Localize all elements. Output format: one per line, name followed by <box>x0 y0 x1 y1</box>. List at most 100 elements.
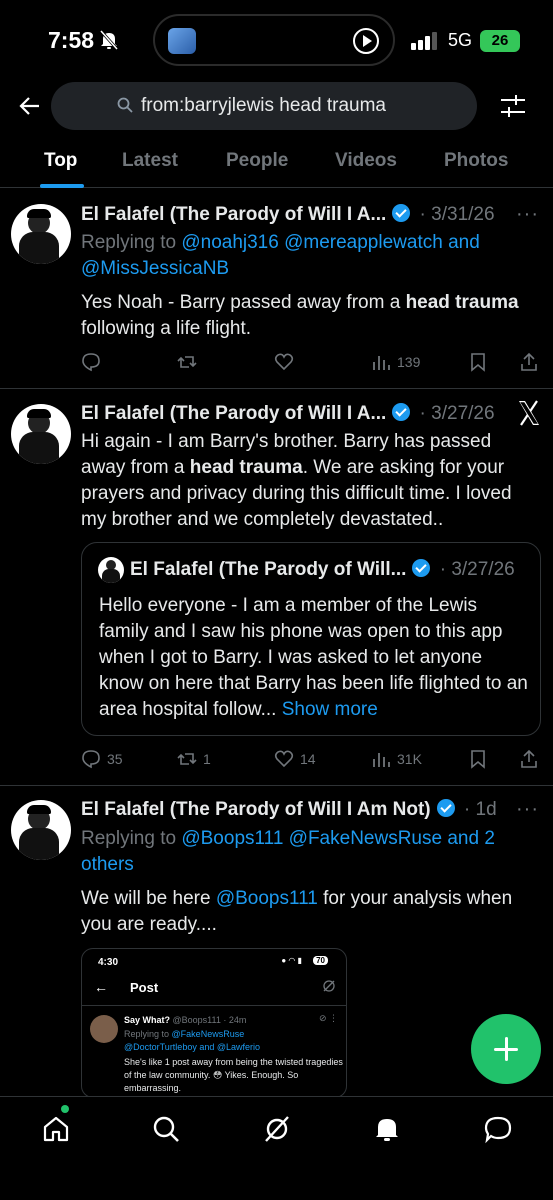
views-button[interactable]: 139 <box>371 351 420 373</box>
embed-divider <box>82 1005 346 1006</box>
compose-button[interactable] <box>471 1014 541 1084</box>
tweet-actions: 139 <box>81 351 541 375</box>
tweet-date: 3/31/26 <box>431 204 495 225</box>
replying-to: Replying to @noahj316 @mereapplewatch an… <box>81 232 480 279</box>
like-button[interactable]: 14 <box>274 748 316 770</box>
views-icon <box>373 753 390 767</box>
attached-screenshot[interactable]: 4:30 ● ◠ ▮ 70 ← Post Say What? @Boops111… <box>81 948 347 1098</box>
quoted-tweet[interactable]: El Falafel (The Parody of Will... · 3/27… <box>81 542 541 736</box>
reply-icon <box>82 353 100 372</box>
tweet-2[interactable]: El Falafel (The Parody of Will I A... · … <box>0 390 553 786</box>
reply-handles[interactable]: @Boops111 @FakeNewsRuse and 2 <box>181 828 495 849</box>
network-type: 5G <box>448 30 473 50</box>
tweet-1[interactable]: El Falafel (The Parody of Will I A... · … <box>0 189 553 389</box>
back-arrow-icon[interactable] <box>18 94 42 118</box>
tab-top[interactable]: Top <box>44 150 77 172</box>
tab-people[interactable]: People <box>226 150 288 172</box>
avatar[interactable] <box>11 404 71 464</box>
embed-avatar <box>90 1015 118 1043</box>
heart-icon <box>274 353 294 371</box>
tweet-text: Yes Noah - Barry passed away from a head… <box>81 292 519 339</box>
tweet-header: El Falafel (The Parody of Will I A... · … <box>81 403 495 424</box>
verified-badge-icon <box>392 204 411 222</box>
embed-text: She's like 1 post away from being the tw… <box>124 1057 343 1093</box>
like-count: 14 <box>300 751 316 767</box>
embed-replying: Replying to @FakeNewsRuse @DoctorTurtleb… <box>124 1029 260 1052</box>
avatar[interactable] <box>11 204 71 264</box>
avatar[interactable] <box>11 800 71 860</box>
quoted-avatar <box>98 557 124 583</box>
tweet-text: Hi again - I am Barry's brother. Barry h… <box>81 431 512 530</box>
show-more-link[interactable]: Show more <box>282 699 378 720</box>
views-button[interactable]: 31K <box>371 748 422 770</box>
bookmark-button[interactable] <box>468 748 494 770</box>
tweet-actions: 35 1 14 31K <box>81 748 541 772</box>
reply-button[interactable]: 35 <box>81 748 123 770</box>
quoted-date: 3/27/26 <box>451 559 515 580</box>
replying-to: Replying to @Boops111 @FakeNewsRuse and … <box>81 828 495 875</box>
embed-signal-icon: ● ◠ ▮ <box>281 956 302 965</box>
quoted-text: Hello everyone - I am a member of the Le… <box>99 595 528 720</box>
embed-battery: 70 <box>313 956 328 965</box>
author-name[interactable]: El Falafel (The Parody of Will I Am Not) <box>81 799 431 820</box>
tab-latest[interactable]: Latest <box>122 150 178 172</box>
verified-badge-icon <box>392 403 411 421</box>
quoted-author-name: El Falafel (The Parody of Will... <box>130 559 407 580</box>
repost-icon <box>177 356 197 368</box>
tweet-date: 1d <box>475 799 497 820</box>
tweet-header: El Falafel (The Parody of Will I A... · … <box>81 204 495 225</box>
verified-badge-icon <box>412 559 431 577</box>
mention-link[interactable]: @Boops111 <box>216 888 318 909</box>
notifications-bell-icon[interactable] <box>372 1114 402 1144</box>
reply-handles-2[interactable]: others <box>81 854 134 875</box>
play-icon[interactable] <box>353 28 379 54</box>
embed-time: 4:30 <box>98 957 119 968</box>
tab-videos[interactable]: Videos <box>335 150 397 172</box>
tab-photos[interactable]: Photos <box>444 150 508 172</box>
now-playing-thumbnail <box>168 28 196 54</box>
verified-badge-icon <box>436 799 455 817</box>
heart-icon <box>274 750 294 768</box>
more-options-icon[interactable]: ··· <box>516 203 539 226</box>
like-button[interactable] <box>274 351 300 373</box>
repost-button[interactable] <box>177 351 203 373</box>
quoted-header: El Falafel (The Parody of Will... · 3/27… <box>130 559 515 580</box>
filter-settings-icon[interactable] <box>499 92 527 120</box>
tweet-text: We will be here @Boops111 for your analy… <box>81 888 513 935</box>
tweet-header: El Falafel (The Parody of Will I Am Not)… <box>81 799 497 820</box>
bottom-navigation <box>0 1096 553 1200</box>
search-input[interactable]: from:barryjlewis head trauma <box>51 82 477 130</box>
reply-handles[interactable]: @noahj316 @mereapplewatch and <box>181 232 479 253</box>
dynamic-island[interactable] <box>153 14 395 66</box>
search-icon[interactable] <box>151 1114 181 1144</box>
status-bar: 7:58 5G 26 <box>0 0 553 80</box>
share-icon <box>521 352 537 371</box>
repost-button[interactable]: 1 <box>177 748 211 770</box>
home-notification-dot <box>61 1105 69 1113</box>
author-name[interactable]: El Falafel (The Parody of Will I A... <box>81 204 386 225</box>
search-query: from:barryjlewis head trauma <box>141 95 386 116</box>
home-icon[interactable] <box>41 1114 71 1144</box>
tweet-date: 3/27/26 <box>431 403 495 424</box>
search-tabs: Top Latest People Videos Photos <box>0 140 553 188</box>
share-button[interactable] <box>519 748 545 770</box>
bookmark-button[interactable] <box>468 351 494 373</box>
battery-indicator: 26 <box>480 30 520 52</box>
active-tab-indicator <box>40 184 84 188</box>
reply-button[interactable] <box>81 351 107 373</box>
signal-icon <box>411 32 437 50</box>
embed-author: Say What? @Boops111 · 24m <box>124 1015 247 1025</box>
reply-icon <box>82 750 100 769</box>
grok-icon[interactable] <box>262 1114 292 1144</box>
author-name[interactable]: El Falafel (The Parody of Will I A... <box>81 403 386 424</box>
search-icon <box>117 97 133 113</box>
reply-handles-2[interactable]: @MissJessicaNB <box>81 258 229 279</box>
bookmark-icon <box>471 353 485 372</box>
embed-more-icon: ⊘ ⋮ <box>318 1013 338 1023</box>
messages-icon[interactable] <box>483 1114 513 1144</box>
share-button[interactable] <box>519 351 545 373</box>
bookmark-icon <box>471 750 485 769</box>
embed-grok-icon <box>323 980 335 992</box>
more-options-icon[interactable]: ··· <box>516 798 539 821</box>
bell-off-icon <box>100 30 118 50</box>
